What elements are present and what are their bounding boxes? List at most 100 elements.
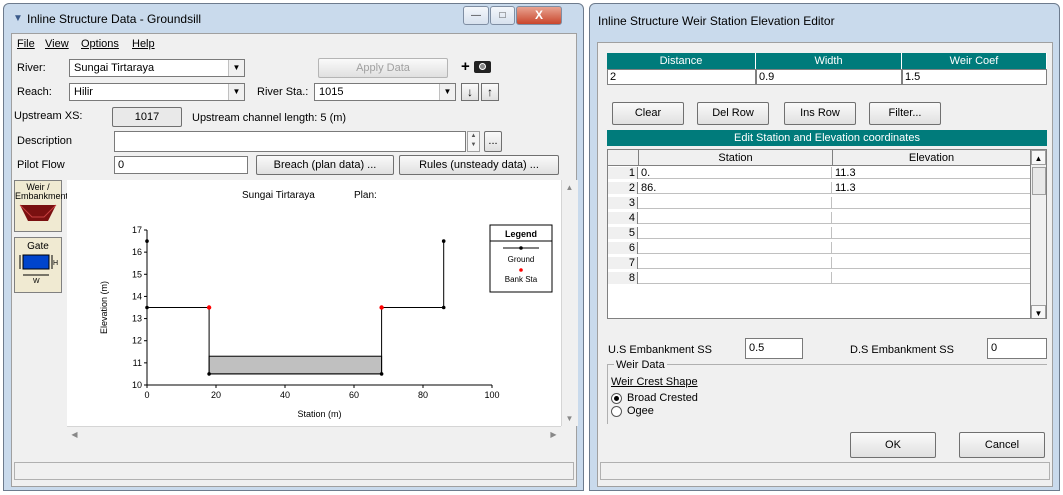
station-cell[interactable] [639, 257, 832, 269]
table-row[interactable]: 6 [608, 242, 1030, 254]
river-select[interactable]: Sungai Tirtaraya ▼ [69, 59, 245, 77]
next-station-down-button[interactable]: ↓ [461, 83, 479, 101]
elevation-cell[interactable] [833, 212, 1028, 224]
gate-tool-label: Gate [27, 241, 49, 252]
broad-crested-label[interactable]: Broad Crested [627, 392, 698, 404]
table-row[interactable]: 8 [608, 272, 1030, 284]
distance-input[interactable]: 2 [607, 69, 756, 85]
pilot-flow-input[interactable]: 0 [114, 156, 248, 174]
elevation-cell[interactable] [833, 272, 1028, 284]
elevation-cell[interactable] [833, 257, 1028, 269]
app-menu-icon[interactable]: ▼ [13, 13, 23, 24]
menu-view[interactable]: View [45, 38, 69, 50]
window-title: Inline Structure Weir Station Elevation … [598, 14, 835, 28]
ground-line [146, 241, 445, 375]
elevation-cell[interactable] [833, 197, 1028, 209]
table-vertical-scrollbar[interactable]: ▲ ▼ [1030, 150, 1046, 318]
table-row[interactable]: 3 [608, 197, 1030, 209]
close-button[interactable]: X [516, 6, 562, 25]
menu-file[interactable]: File [17, 38, 35, 50]
next-station-up-button[interactable]: ↑ [481, 83, 499, 101]
title-bar[interactable]: ▼ Inline Structure Data - Groundsill — □… [4, 4, 583, 34]
scroll-right-icon[interactable]: ▶ [546, 427, 561, 442]
clear-button[interactable]: Clear [612, 102, 684, 125]
scroll-left-icon[interactable]: ◀ [67, 427, 82, 442]
table-row[interactable]: 2 86. 11.3 [608, 182, 1030, 194]
x-tick-label: 0 [144, 390, 149, 400]
legend-bank-label: Bank Sta [505, 275, 538, 284]
width-input[interactable]: 0.9 [756, 69, 902, 85]
broad-crested-radio[interactable] [611, 393, 622, 404]
del-row-button[interactable]: Del Row [697, 102, 769, 125]
station-cell[interactable]: 0. [639, 167, 832, 179]
scroll-thumb[interactable] [1032, 167, 1046, 195]
weir-embankment-button[interactable]: Weir / Embankment [14, 180, 69, 232]
camera-icon[interactable] [474, 61, 491, 73]
table-row[interactable]: 7 [608, 257, 1030, 269]
ground-point [145, 305, 149, 310]
minimize-button[interactable]: — [463, 6, 489, 25]
cancel-button[interactable]: Cancel [959, 432, 1045, 458]
weir-icon [19, 204, 57, 221]
inline-structure-client: File View Options Help River: Sungai Tir… [11, 33, 578, 487]
description-ellipsis-button[interactable]: ... [484, 131, 502, 152]
plot-vertical-scrollbar[interactable]: ▲ ▼ [561, 180, 578, 426]
ground-point [441, 239, 446, 243]
ds-embankment-ss-input[interactable]: 0 [987, 338, 1047, 359]
elevation-cell[interactable] [833, 242, 1028, 254]
ins-row-button[interactable]: Ins Row [784, 102, 856, 125]
menu-options[interactable]: Options [81, 38, 119, 50]
weir-coef-input[interactable]: 1.5 [902, 69, 1047, 85]
scroll-up-icon[interactable]: ▲ [562, 180, 577, 195]
bank-station-point [206, 305, 212, 310]
plus-icon[interactable]: + [461, 58, 470, 75]
weir-tool-label: Weir / Embankment [15, 182, 69, 201]
ogee-radio[interactable] [611, 406, 622, 417]
description-input[interactable] [114, 131, 466, 152]
river-sta-select[interactable]: 1015 ▼ [314, 83, 456, 101]
scroll-up-icon[interactable]: ▲ [1031, 150, 1046, 165]
ogee-label[interactable]: Ogee [627, 405, 654, 417]
station-cell[interactable] [639, 212, 832, 224]
station-cell[interactable] [639, 242, 832, 254]
us-embankment-ss-input[interactable]: 0.5 [745, 338, 803, 359]
title-bar[interactable]: Inline Structure Weir Station Elevation … [590, 4, 1059, 34]
table-row[interactable]: 4 [608, 212, 1030, 224]
weir-crest-shape-label: Weir Crest Shape [611, 376, 698, 388]
menu-help[interactable]: Help [132, 38, 155, 50]
description-spinner[interactable]: ▲ ▼ [467, 131, 480, 152]
gate-icon: H W [19, 254, 58, 285]
gate-button[interactable]: Gate H W [14, 237, 62, 293]
legend-ground-marker [519, 246, 523, 250]
plot-horizontal-scrollbar[interactable]: ◀ ▶ [67, 426, 561, 441]
rules-unsteady-data-button[interactable]: Rules (unsteady data) ... [399, 155, 559, 175]
gate-h-label: H [53, 260, 58, 267]
breach-plan-data-button[interactable]: Breach (plan data) ... [256, 155, 394, 175]
scroll-down-icon[interactable]: ▼ [562, 411, 577, 426]
elevation-cell[interactable]: 11.3 [833, 167, 1028, 179]
filter-button[interactable]: Filter... [869, 102, 941, 125]
reach-select[interactable]: Hilir ▼ [69, 83, 245, 101]
station-cell[interactable] [639, 197, 832, 209]
river-sta-value: 1015 [319, 86, 344, 98]
table-header: Station Elevation [608, 150, 1030, 166]
y-tick-label: 15 [132, 269, 142, 279]
ok-button[interactable]: OK [850, 432, 936, 458]
station-cell[interactable] [639, 272, 832, 284]
chevron-down-icon: ▼ [228, 84, 244, 100]
apply-data-button[interactable]: Apply Data [318, 58, 448, 78]
station-cell[interactable] [639, 227, 832, 239]
x-tick-label: 20 [211, 390, 221, 400]
river-label: River: [17, 62, 46, 74]
ds-embankment-ss-label: D.S Embankment SS [850, 344, 954, 356]
menu-bar: File View Options Help [12, 38, 572, 54]
y-axis-label: Elevation (m) [99, 281, 109, 334]
table-row[interactable]: 1 0. 11.3 [608, 167, 1030, 179]
elevation-cell[interactable]: 11.3 [833, 182, 1028, 194]
x-tick-label: 40 [280, 390, 290, 400]
station-cell[interactable]: 86. [639, 182, 832, 194]
scroll-down-icon[interactable]: ▼ [1031, 305, 1046, 318]
table-row[interactable]: 5 [608, 227, 1030, 239]
maximize-button[interactable]: □ [490, 6, 515, 25]
elevation-cell[interactable] [833, 227, 1028, 239]
